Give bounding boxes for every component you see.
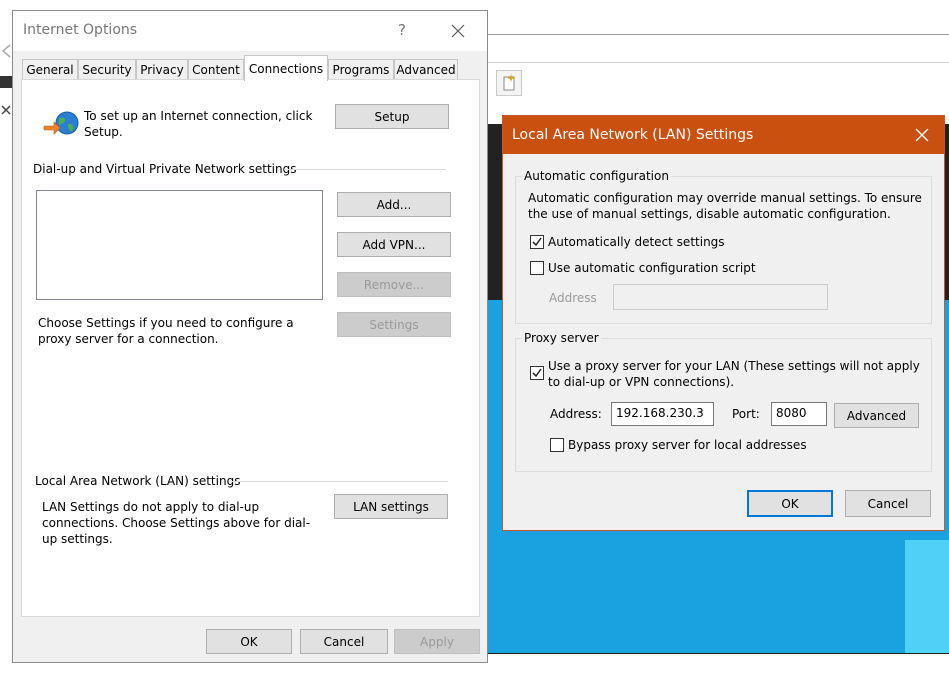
tab-connections[interactable]: Connections — [244, 55, 328, 81]
internet-options-dialog: Internet Options ? General Security Priv… — [12, 10, 488, 663]
auto-detect-label[interactable]: Automatically detect settings — [548, 234, 725, 250]
use-proxy-checkbox[interactable] — [530, 366, 544, 380]
lan-header-divider — [231, 481, 448, 482]
auto-script-label[interactable]: Use automatic configuration script — [548, 260, 756, 276]
proxy-settings-hint: Choose Settings if you need to configure… — [38, 316, 294, 346]
ok-button[interactable]: OK — [206, 629, 292, 654]
lan-ok-button[interactable]: OK — [747, 490, 833, 517]
apply-button[interactable]: Apply — [394, 629, 480, 654]
lan-dialog-title: Local Area Network (LAN) Settings — [512, 127, 754, 143]
tab-advanced[interactable]: Advanced — [394, 59, 458, 80]
dialup-header-divider — [284, 169, 446, 170]
connections-tab-page: To set up an Internet connection, click … — [21, 79, 480, 617]
internet-options-titlebar[interactable]: Internet Options ? — [13, 11, 487, 51]
advanced-proxy-button[interactable]: Advanced — [834, 403, 919, 428]
proxy-address-label: Address: — [550, 407, 602, 421]
browser-page-cyan-block — [905, 540, 949, 653]
proxy-address-field[interactable]: 192.168.230.3 — [611, 402, 714, 426]
bypass-local-label[interactable]: Bypass proxy server for local addresses — [568, 437, 807, 453]
tab-security[interactable]: Security — [78, 59, 136, 80]
remove-connection-button[interactable]: Remove... — [337, 272, 451, 297]
lan-settings-button[interactable]: LAN settings — [334, 494, 448, 519]
close-icon[interactable] — [445, 19, 471, 43]
tab-programs[interactable]: Programs — [328, 59, 394, 80]
proxy-server-label: Proxy server — [522, 330, 601, 346]
add-connection-button[interactable]: Add... — [337, 192, 451, 217]
connection-settings-button[interactable]: Settings — [337, 312, 451, 337]
setup-button[interactable]: Setup — [335, 104, 449, 129]
browser-logo-icon — [0, 76, 12, 88]
setup-instructions: To set up an Internet connection, click … — [84, 109, 313, 139]
checkmark-icon — [532, 368, 542, 378]
lan-settings-description: LAN Settings do not apply to dial-up con… — [42, 500, 311, 546]
proxy-port-field[interactable]: 8080 — [771, 402, 827, 426]
automatic-configuration-label: Automatic configuration — [522, 168, 671, 184]
dialup-vpn-header: Dial-up and Virtual Private Network sett… — [33, 162, 297, 176]
proxy-port-label: Port: — [732, 407, 760, 421]
dialog-title: Internet Options — [23, 22, 138, 38]
close-icon[interactable] — [907, 123, 937, 147]
checkmark-icon — [532, 237, 542, 247]
tab-close-icon[interactable] — [1, 104, 11, 115]
tab-privacy[interactable]: Privacy — [136, 59, 188, 80]
automatic-configuration-description: Automatic configuration may override man… — [528, 191, 922, 221]
globe-network-icon — [42, 110, 82, 140]
auto-detect-checkbox[interactable] — [530, 235, 544, 249]
connections-list[interactable] — [36, 190, 323, 300]
browser-address-line — [488, 34, 949, 35]
lan-dialog-titlebar[interactable]: Local Area Network (LAN) Settings — [503, 116, 944, 154]
script-address-field[interactable] — [613, 284, 828, 310]
bypass-local-checkbox[interactable] — [550, 438, 564, 452]
lan-settings-dialog: Local Area Network (LAN) Settings Automa… — [502, 115, 945, 531]
cancel-button[interactable]: Cancel — [300, 629, 388, 654]
browser-bottom-edge — [488, 653, 949, 654]
use-proxy-label[interactable]: Use a proxy server for your LAN (These s… — [548, 358, 928, 390]
help-icon[interactable]: ? — [391, 19, 413, 41]
lan-cancel-button[interactable]: Cancel — [845, 490, 931, 517]
browser-tabstrip-line — [488, 62, 949, 63]
tab-general[interactable]: General — [22, 59, 78, 80]
lan-settings-header: Local Area Network (LAN) settings — [35, 474, 241, 488]
new-tab-icon[interactable] — [496, 70, 522, 96]
auto-script-checkbox[interactable] — [530, 261, 544, 275]
tab-content[interactable]: Content — [188, 59, 244, 80]
script-address-label: Address — [549, 291, 597, 305]
add-vpn-button[interactable]: Add VPN... — [337, 232, 451, 257]
